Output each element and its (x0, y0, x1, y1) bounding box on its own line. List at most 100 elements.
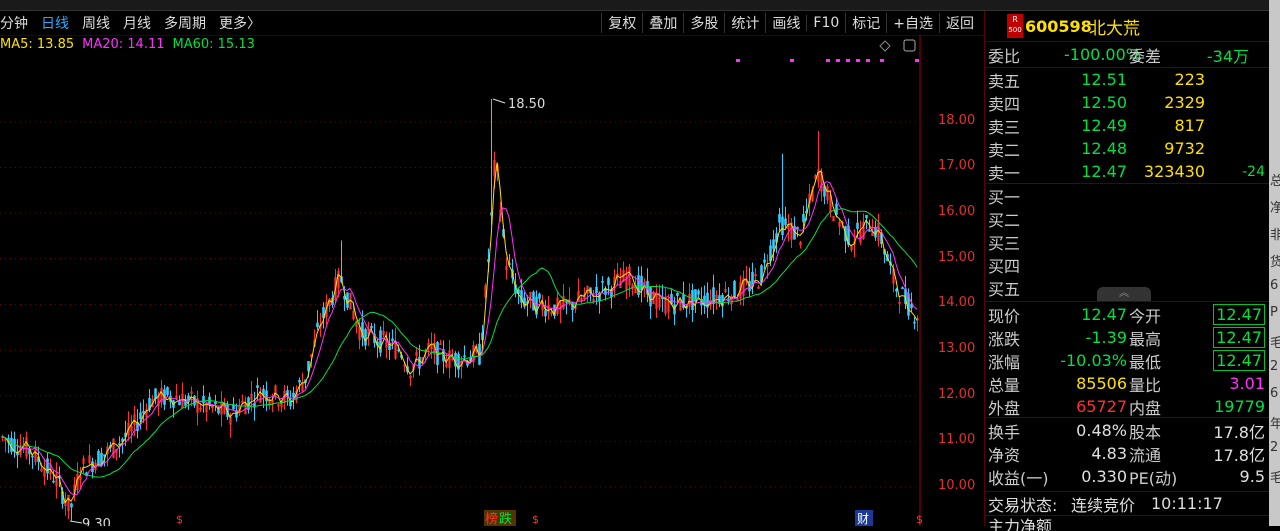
edge-char: 毛 (1270, 471, 1280, 486)
candle-body (595, 286, 598, 294)
stat-row: 净资 4.83 流通 17.8亿 (985, 442, 1269, 465)
candle-body (364, 329, 367, 346)
action-button[interactable]: 叠加 (642, 13, 683, 33)
period-tab[interactable]: 更多〉 (219, 13, 261, 33)
period-tab[interactable]: 日线 (41, 13, 69, 33)
sell-price: 12.48 (1081, 139, 1127, 158)
edge-char: 2 (1270, 440, 1279, 455)
buy-row: 买三 (985, 230, 1269, 253)
candle-body (316, 322, 319, 328)
chart-toolbar: 分钟 日线 周线 月线 多周期 更多〉 复权 叠加 多股 统计 画线 F10 标记 +自选 返回 (0, 11, 984, 36)
candle-body (865, 214, 868, 219)
stat-label-2: 最高 (1129, 329, 1162, 349)
action-button[interactable]: 统计 (724, 13, 765, 33)
period-tab[interactable]: 多周期 (164, 13, 206, 33)
main-flow-row: 主力净额 (985, 517, 1269, 531)
badge-bottom: 500 (1008, 26, 1022, 34)
action-button[interactable]: +自选 (886, 13, 939, 33)
price-tick: 17.00 (938, 158, 976, 174)
period-tab[interactable]: 周线 (82, 13, 110, 33)
action-button[interactable]: 复权 (601, 13, 642, 33)
candle-body (256, 385, 259, 389)
candle-body (778, 214, 781, 223)
buy-level-label: 买四 (988, 256, 1021, 276)
edge-char: P (1270, 305, 1278, 320)
sell-level-label: 卖一 (988, 163, 1021, 183)
stat-label-2: 今开 (1129, 306, 1162, 326)
candle-body (154, 388, 157, 400)
price-tick: 10.00 (938, 478, 976, 494)
candle-body (601, 281, 604, 283)
action-button[interactable]: 返回 (939, 13, 980, 33)
candle-body (763, 259, 766, 263)
stat-row: 现价 12.47 今开 12.47 (985, 303, 1269, 326)
sep (985, 515, 1269, 516)
stat-row: 收益(一) 0.330 PE(动) 9.5 (985, 465, 1269, 488)
candle-body (292, 392, 295, 398)
sell-price: 12.51 (1081, 70, 1127, 89)
sell-price: 12.47 (1081, 162, 1127, 181)
event-marker (836, 59, 840, 62)
candle-body (868, 230, 871, 232)
action-button[interactable]: 标记 (845, 13, 886, 33)
candle-body (46, 458, 49, 474)
candle-body (691, 289, 694, 311)
stat-row: 涨跌 -1.39 最高 12.47 (985, 326, 1269, 349)
candle-body (733, 281, 736, 298)
price-axis: 18.00 17.00 16.00 15.00 14.00 13.00 12.00 11.00… (922, 35, 984, 526)
stat-value: -10.03% (1060, 351, 1127, 370)
sep (985, 301, 1269, 302)
candle-body (298, 379, 301, 383)
drop-badge: 跌 (499, 511, 512, 526)
candle-body (214, 401, 217, 405)
stat-label: 换手 (988, 422, 1021, 442)
sell-volume: 9732 (1164, 139, 1205, 158)
sell-row: 卖四 12.50 2329 (985, 91, 1269, 114)
price-tick: 18.00 (938, 112, 976, 128)
high-marker (492, 98, 506, 104)
status-value: 连续竞价 (1071, 495, 1136, 515)
stat-value-2: 12.47 (1213, 327, 1265, 348)
sell-level-label: 卖二 (988, 140, 1021, 160)
price-tick: 11.00 (938, 432, 976, 448)
candle-body (637, 275, 640, 295)
stat-value-2: 3.01 (1229, 374, 1265, 393)
buy-row: 买二 (985, 207, 1269, 230)
stat-label-2: 内盘 (1129, 398, 1162, 418)
candle-body (31, 455, 34, 458)
stat-label: 涨跌 (988, 329, 1021, 349)
sell-volume: 323430 (1143, 162, 1205, 181)
action-button[interactable]: 画线 (765, 13, 806, 33)
sell-row: 卖三 12.49 817 (985, 114, 1269, 137)
kline-chart[interactable]: 18.509.30 $ $ $榜跌财 (0, 35, 984, 526)
dollar-icon: $ (176, 513, 183, 526)
stock-code: 600598 (1025, 16, 1092, 36)
action-button[interactable]: 多股 (683, 13, 724, 33)
ma-legend-item: MA20: 14.11 (82, 37, 165, 52)
stat-value-2: 17.8亿 (1213, 445, 1265, 465)
candle-body (649, 287, 652, 307)
sell-row: 卖一 12.47 323430 -24 (985, 160, 1269, 183)
weicha-value: -34万 (1206, 46, 1249, 66)
period-tab[interactable]: 月线 (123, 13, 151, 33)
collapse-handle[interactable]: ︽ (1097, 287, 1151, 301)
period-tab[interactable]: 分钟 (0, 13, 28, 33)
event-marker (880, 59, 884, 62)
action-button[interactable]: F10 (806, 15, 845, 31)
edge-char: 总 (1270, 174, 1280, 189)
stat-value-2: 19779 (1214, 397, 1265, 416)
stat-label: 现价 (988, 306, 1021, 326)
sell-change: -24 (1242, 163, 1265, 180)
stat-row: 总量 85506 量比 3.01 (985, 372, 1269, 395)
price-tick: 12.00 (938, 386, 976, 402)
candle-body (91, 461, 94, 473)
candle-body (781, 216, 784, 235)
stat-row: 涨幅 -10.03% 最低 12.47 (985, 349, 1269, 372)
chart-actions: 复权 叠加 多股 统计 画线 F10 标记 +自选 返回 (601, 11, 980, 35)
candle-body (910, 304, 913, 309)
candle-body (370, 325, 373, 329)
candle-body (895, 288, 898, 292)
edge-char: 毛 (1270, 336, 1280, 351)
stat-value: 85506 (1076, 374, 1127, 393)
candle-body (538, 293, 541, 299)
